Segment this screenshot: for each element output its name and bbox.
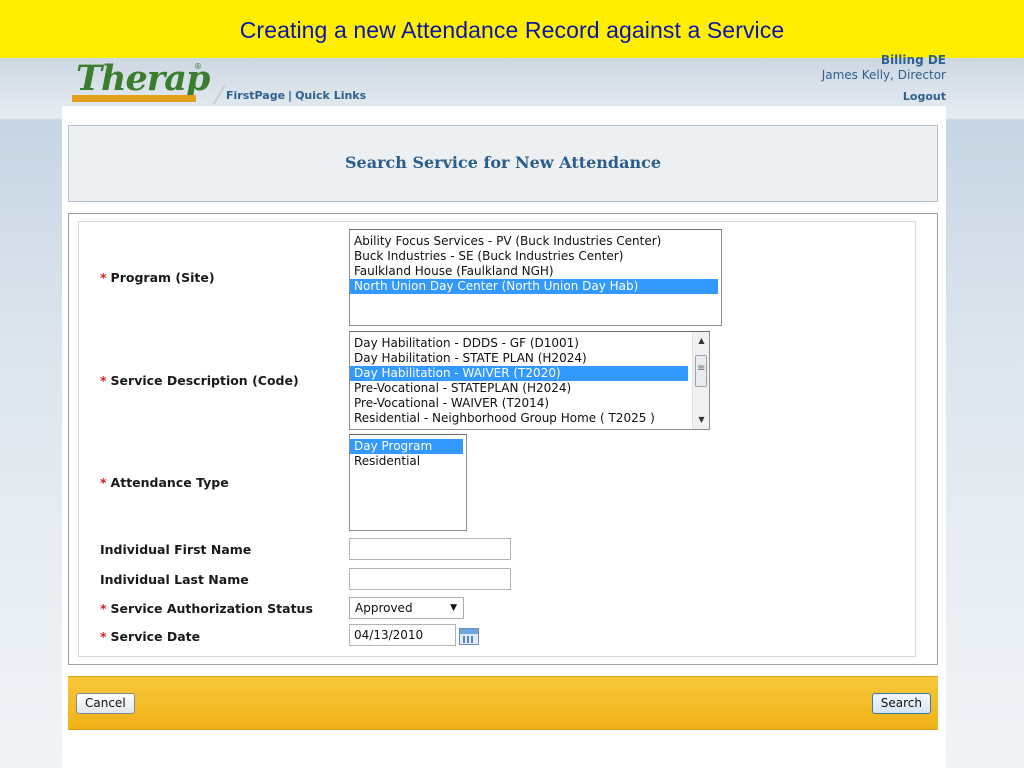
nav-separator: | xyxy=(288,89,293,102)
nav-quick-links-link[interactable]: Quick Links xyxy=(295,89,366,102)
auth-status-select[interactable]: Approved ▼ xyxy=(349,597,464,619)
program-option-selected[interactable]: North Union Day Center (North Union Day … xyxy=(350,279,718,294)
service-date-label-text: Service Date xyxy=(110,629,201,644)
user-info: Billing DE James Kelly, Director xyxy=(822,53,946,83)
attendance-type-option[interactable]: Residential xyxy=(350,454,466,469)
action-bar: Cancel Search xyxy=(68,676,938,730)
search-button[interactable]: Search xyxy=(871,693,931,714)
search-heading-box: Search Service for New Attendance xyxy=(68,125,938,202)
first-name-field[interactable] xyxy=(349,538,511,560)
auth-status-label-text: Service Authorization Status xyxy=(110,601,313,616)
logo-registered-mark: ® xyxy=(194,62,202,71)
arrow-down-icon[interactable]: ▼ xyxy=(693,413,709,427)
program-option[interactable]: Ability Focus Services - PV (Buck Indust… xyxy=(350,234,721,249)
required-asterisk: * xyxy=(100,373,107,388)
attendance-type-listbox[interactable]: Day Program Residential xyxy=(349,434,467,531)
attendance-type-option-selected[interactable]: Day Program xyxy=(350,439,463,454)
service-scrollbar[interactable]: ▲ ▼ xyxy=(692,332,709,429)
service-option[interactable]: Pre-Vocational - WAIVER (T2014) xyxy=(350,396,709,411)
attendance-type-label-text: Attendance Type xyxy=(110,475,229,490)
service-label-text: Service Description (Code) xyxy=(110,373,299,388)
service-option[interactable]: Day Habilitation - STATE PLAN (H2024) xyxy=(350,351,709,366)
program-label: * Program (Site) xyxy=(100,270,215,285)
calendar-icon[interactable] xyxy=(459,628,479,645)
slide-title: Creating a new Attendance Record against… xyxy=(239,17,785,43)
required-asterisk: * xyxy=(100,475,107,490)
app-header: Therap ® FirstPage | Quick Links Billing D… xyxy=(62,53,946,106)
last-name-field[interactable] xyxy=(349,568,511,590)
service-date-label: * Service Date xyxy=(100,629,200,644)
service-label: * Service Description (Code) xyxy=(100,373,299,388)
auth-status-value: Approved xyxy=(355,601,413,615)
cancel-button[interactable]: Cancel xyxy=(76,693,135,714)
header-divider xyxy=(212,86,226,104)
top-nav: FirstPage | Quick Links xyxy=(226,89,366,102)
service-option-selected[interactable]: Day Habilitation - WAIVER (T2020) xyxy=(350,366,688,381)
program-option[interactable]: Faulkland House (Faulkland NGH) xyxy=(350,264,721,279)
attendance-type-label: * Attendance Type xyxy=(100,475,229,490)
service-option[interactable]: Day Habilitation - DDDS - GF (D1001) xyxy=(350,336,709,351)
user-name: James Kelly, Director xyxy=(821,68,946,82)
page-title: Search Service for New Attendance xyxy=(344,153,662,172)
required-asterisk: * xyxy=(100,601,107,616)
last-name-label: Individual Last Name xyxy=(100,572,249,587)
service-listbox[interactable]: Day Habilitation - DDDS - GF (D1001) Day… xyxy=(349,331,710,430)
service-date-field[interactable] xyxy=(349,624,456,646)
program-label-text: Program (Site) xyxy=(110,270,215,285)
service-option[interactable]: Pre-Vocational - STATEPLAN (H2024) xyxy=(350,381,709,396)
nav-first-page-link[interactable]: FirstPage xyxy=(226,89,285,102)
therap-logo[interactable]: Therap ® xyxy=(68,58,210,104)
user-billing: Billing DE xyxy=(880,53,946,67)
chevron-down-icon[interactable]: ▼ xyxy=(450,598,457,618)
service-option[interactable]: Residential - Neighborhood Group Home ( … xyxy=(350,411,709,426)
logo-strip xyxy=(72,95,196,102)
auth-status-label: * Service Authorization Status xyxy=(100,601,313,616)
logo-wordmark: Therap xyxy=(76,58,210,99)
program-option[interactable]: Buck Industries - SE (Buck Industries Ce… xyxy=(350,249,721,264)
program-listbox[interactable]: Ability Focus Services - PV (Buck Indust… xyxy=(349,229,722,326)
arrow-up-icon[interactable]: ▲ xyxy=(693,334,709,348)
scrollbar-thumb[interactable] xyxy=(695,355,707,387)
required-asterisk: * xyxy=(100,270,107,285)
first-name-label: Individual First Name xyxy=(100,542,252,557)
required-asterisk: * xyxy=(100,629,107,644)
logout-link[interactable]: Logout xyxy=(903,90,946,103)
